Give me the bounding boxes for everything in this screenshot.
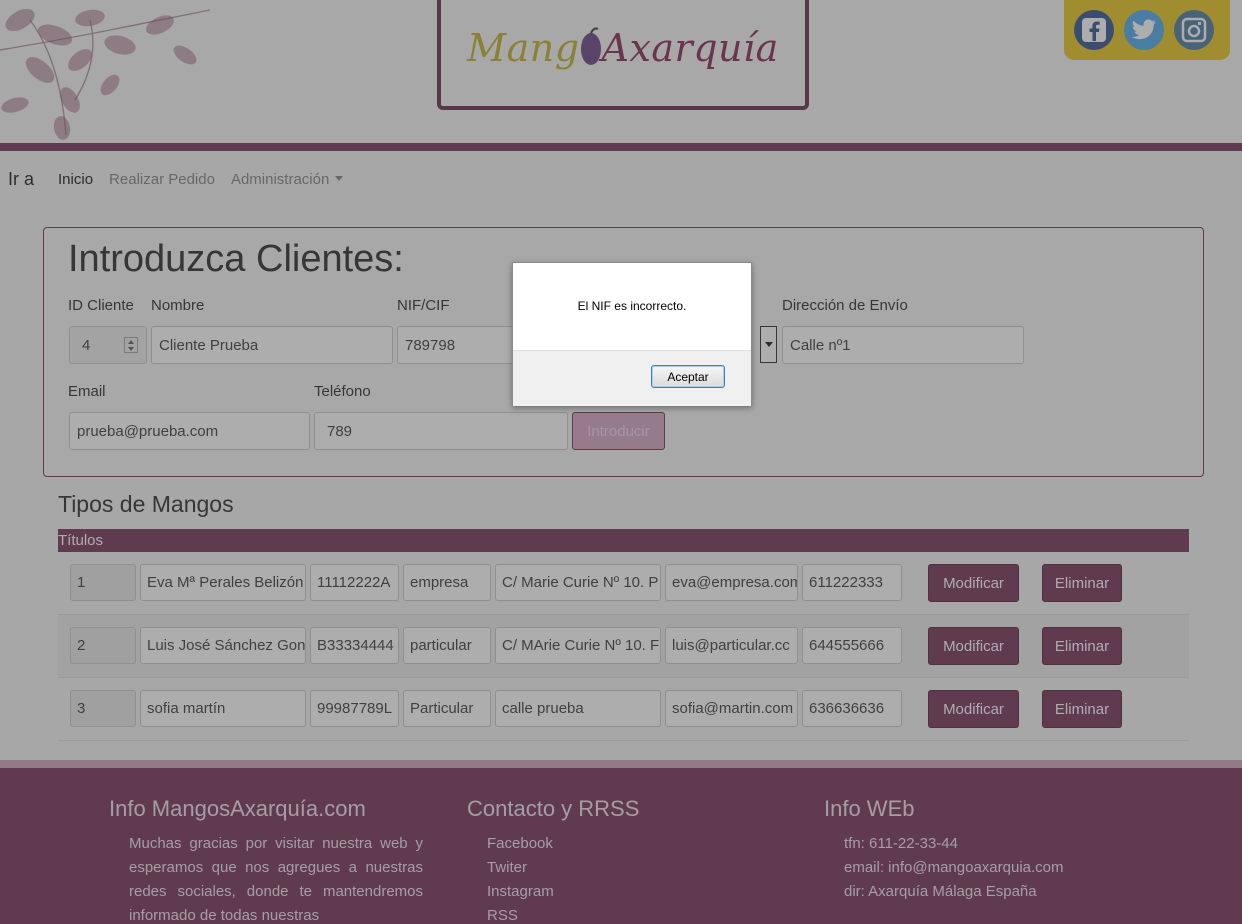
page: Mang Axarquía Ir a Inicio Realizar Pedido… xyxy=(0,0,1242,924)
alert-footer: Aceptar xyxy=(513,350,751,406)
aceptar-button[interactable]: Aceptar xyxy=(651,365,725,388)
modal-overlay xyxy=(0,0,1242,924)
alert-dialog: El NIF es incorrecto. Aceptar xyxy=(512,262,752,406)
alert-message: El NIF es incorrecto. xyxy=(577,299,687,313)
